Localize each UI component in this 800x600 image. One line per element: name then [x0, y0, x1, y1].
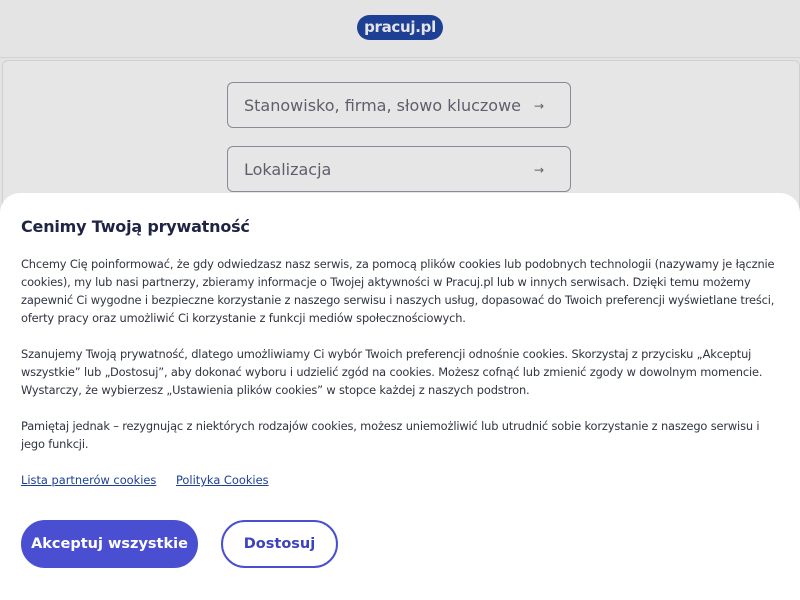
top-bar: pracuj.pl: [0, 0, 800, 58]
consent-paragraph-2: Szanujemy Twoją prywatność, dlatego umoż…: [21, 347, 763, 397]
arrow-right-icon: →: [533, 163, 544, 177]
location-search-input[interactable]: Lokalizacja →: [227, 146, 571, 192]
consent-paragraph-3: Pamiętaj jednak – rezygnując z niektóryc…: [21, 419, 760, 451]
consent-links: Lista partnerów cookies Polityka Cookies: [21, 472, 285, 488]
cookie-policy-link[interactable]: Polityka Cookies: [176, 473, 269, 487]
customize-button[interactable]: Dostosuj: [221, 520, 338, 568]
consent-title: Cenimy Twoją prywatność: [21, 217, 250, 236]
cookie-partners-link[interactable]: Lista partnerów cookies: [21, 473, 156, 487]
location-search-placeholder: Lokalizacja: [244, 160, 332, 179]
arrow-right-icon: →: [533, 99, 544, 113]
pracuj-logo[interactable]: pracuj.pl: [357, 15, 443, 40]
accept-all-button[interactable]: Akceptuj wszystkie: [21, 520, 198, 568]
consent-paragraph-1: Chcemy Cię poinformować, że gdy odwiedza…: [21, 257, 775, 325]
keyword-search-input[interactable]: Stanowisko, firma, słowo kluczowe →: [227, 82, 571, 128]
cookie-consent-dialog: Cenimy Twoją prywatność Chcemy Cię poinf…: [0, 193, 800, 600]
keyword-search-placeholder: Stanowisko, firma, słowo kluczowe: [244, 96, 522, 115]
